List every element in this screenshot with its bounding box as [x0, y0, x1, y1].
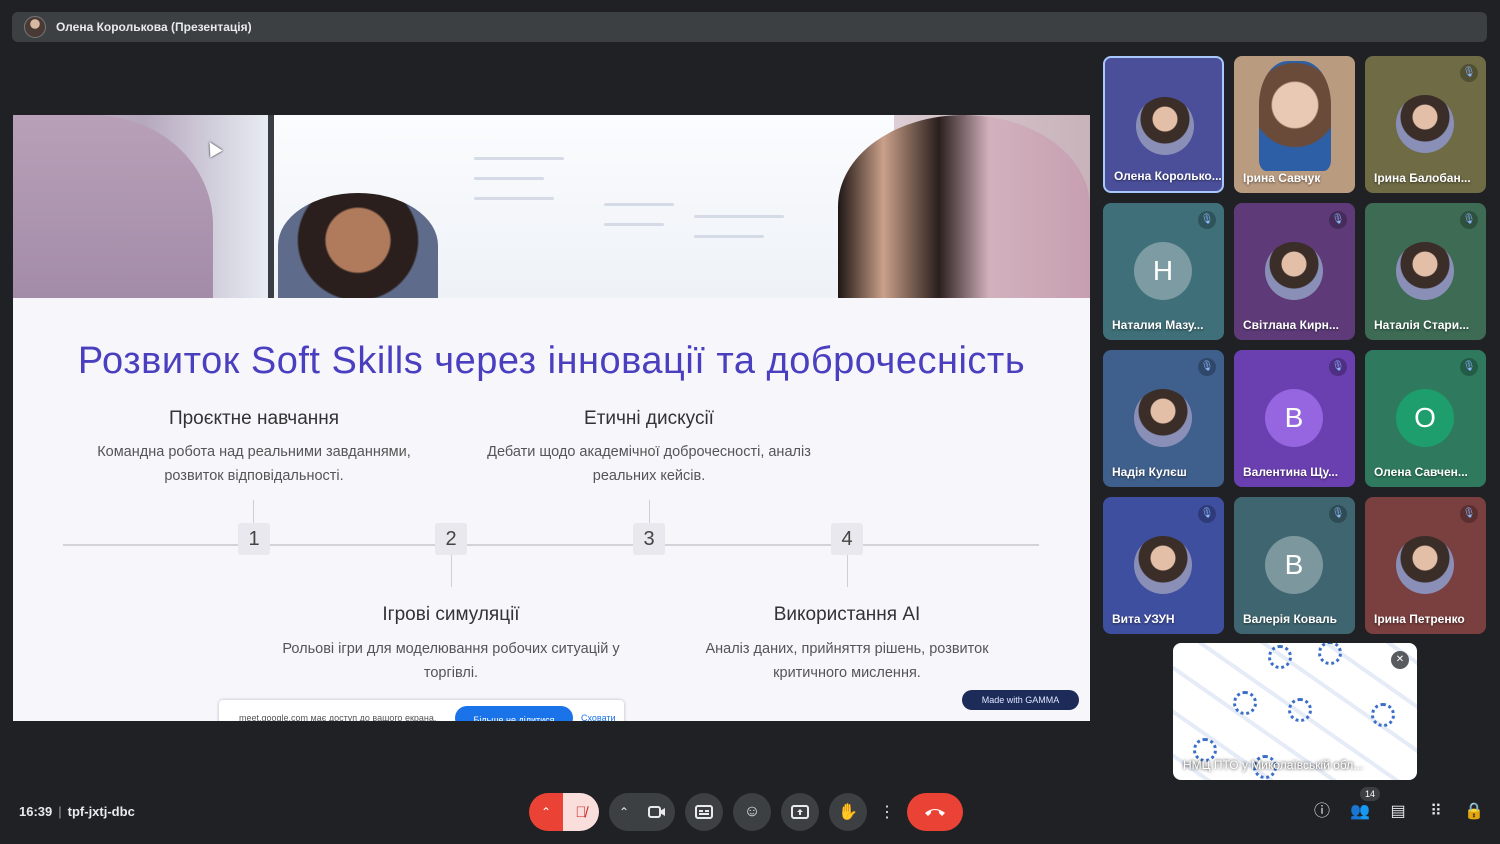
timeline-step-1: 1: [238, 523, 270, 555]
participant-avatar: [1265, 242, 1323, 300]
timeline-step-2: 2: [435, 523, 467, 555]
meeting-info: 16:39 | tpf-jxtj-dbc: [19, 804, 135, 819]
mic-options-chevron-icon[interactable]: ⌃: [529, 793, 563, 831]
person-right: [838, 115, 1090, 298]
participant-tile[interactable]: О 🎙 Олена Савчен...: [1365, 350, 1486, 487]
participant-avatar: В: [1265, 536, 1323, 594]
chat-icon[interactable]: ▤: [1386, 799, 1410, 825]
participant-video: [1259, 61, 1331, 171]
presenter-avatar: [24, 16, 46, 38]
participant-name: Ірина Балобан...: [1374, 171, 1471, 185]
person-center: [278, 193, 438, 298]
participant-avatar: Н: [1134, 242, 1192, 300]
self-view-label: НМЦ ПТО у Миколаївській обл...: [1183, 758, 1364, 772]
participant-tile[interactable]: Н 🎙 Наталия Мазу...: [1103, 203, 1224, 340]
presenter-bar: Олена Королькова (Презентація): [12, 12, 1487, 42]
self-view-tile[interactable]: ✕ НМЦ ПТО у Миколаївській обл...: [1173, 643, 1417, 780]
participant-name: Ірина Савчук: [1243, 171, 1321, 185]
participant-avatar: О: [1396, 389, 1454, 447]
mic-muted-icon: 🎙: [1198, 505, 1216, 523]
mic-muted-icon: 🎙: [1329, 211, 1347, 229]
participant-name: Валентина Щу...: [1243, 465, 1339, 479]
mic-muted-icon: 🎙: [1460, 505, 1478, 523]
item-title-3: Етичні дискусії: [584, 408, 714, 429]
mic-control-group: ⌃ 🎙̸: [529, 793, 599, 831]
item-title-4: Використання AI: [773, 604, 921, 625]
item-desc-3: Дебати щодо академічної доброчесності, а…: [487, 444, 811, 484]
camera-icon[interactable]: [639, 793, 675, 831]
hide-notice-button[interactable]: Сховати: [581, 713, 616, 721]
participant-avatar: [1134, 536, 1192, 594]
raise-hand-icon[interactable]: ✋: [829, 793, 867, 831]
participant-name: Наталія Стари...: [1374, 318, 1470, 332]
participant-tile[interactable]: 🎙 Наталія Стари...: [1365, 203, 1486, 340]
participant-tile[interactable]: Олена Королько...: [1103, 56, 1224, 193]
item-title-2: Ігрові симуляції: [382, 604, 520, 625]
people-icon[interactable]: 👥: [1348, 799, 1372, 825]
participant-tile[interactable]: 🎙 Надія Кулєш: [1103, 350, 1224, 487]
end-call-icon[interactable]: [907, 793, 963, 831]
participant-avatar: [1396, 536, 1454, 594]
participant-name: Наталия Мазу...: [1112, 318, 1204, 332]
presenter-title: Олена Королькова (Презентація): [56, 20, 252, 34]
participant-avatar: [1134, 389, 1192, 447]
participant-name: Олена Королько...: [1114, 169, 1222, 183]
activities-icon[interactable]: ⠿: [1424, 799, 1448, 825]
pin-icon[interactable]: ✕: [1391, 651, 1409, 669]
timeline-step-4: 4: [831, 523, 863, 555]
mic-muted-icon: 🎙: [1198, 211, 1216, 229]
participant-name: Ірина Петренко: [1374, 612, 1465, 626]
mic-muted-icon: 🎙: [1460, 211, 1478, 229]
item-desc-4: Аналіз даних, прийняття рішень, розвиток…: [705, 641, 989, 681]
participant-name: Вита УЗУН: [1112, 612, 1175, 626]
item-desc-2: Рольові ігри для моделювання робочих сит…: [282, 641, 620, 681]
participant-avatar: [1396, 95, 1454, 153]
participant-tile[interactable]: Ірина Савчук: [1234, 56, 1355, 193]
participant-name: Валерія Коваль: [1243, 612, 1338, 626]
slide-photo: [13, 115, 1090, 298]
captions-icon[interactable]: [685, 793, 723, 831]
made-with-gamma-badge[interactable]: Made with GAMMA: [962, 690, 1079, 710]
meeting-code: tpf-jxtj-dbc: [67, 804, 135, 819]
screen-share-notice: meet.google.com має доступ до вашого екр…: [219, 700, 624, 721]
participant-avatar: [1136, 97, 1194, 155]
mic-off-icon[interactable]: 🎙̸: [563, 793, 599, 831]
clock-time: 16:39: [19, 804, 53, 819]
item-desc-1: Командна робота над реальними завданнями…: [97, 444, 411, 484]
emoji-reaction-icon[interactable]: ☺: [733, 793, 771, 831]
share-notice-text: meet.google.com має доступ до вашого екр…: [239, 713, 437, 721]
participant-tile[interactable]: 🎙 Ірина Петренко: [1365, 497, 1486, 634]
camera-control-group: ⌃: [609, 793, 675, 831]
mic-muted-icon: 🎙: [1198, 358, 1216, 376]
host-controls-icon[interactable]: 🔒: [1462, 799, 1486, 825]
participant-name: Надія Кулєш: [1112, 465, 1187, 479]
mic-muted-icon: 🎙: [1460, 64, 1478, 82]
info-icon[interactable]: ⓘ: [1310, 799, 1334, 825]
participant-tile[interactable]: В 🎙 Валерія Коваль: [1234, 497, 1355, 634]
timeline-line: [63, 544, 1039, 546]
more-options-icon[interactable]: ⋮: [877, 793, 897, 831]
stop-sharing-button[interactable]: Більше не ділитися: [455, 706, 573, 721]
call-controls: ⌃ 🎙̸ ⌃ ☺ ✋ ⋮: [529, 793, 963, 831]
participant-tile[interactable]: В 🎙 Валентина Щу...: [1234, 350, 1355, 487]
mic-muted-icon: 🎙: [1329, 358, 1347, 376]
participant-name: Світлана Кирн...: [1243, 318, 1339, 332]
slide-title: Розвиток Soft Skills через інновації та …: [77, 340, 1026, 382]
side-panel-controls: ⓘ 👥 ▤ ⠿ 🔒: [1310, 799, 1486, 825]
item-title-1: Проєктне навчання: [168, 408, 340, 429]
participant-tile[interactable]: 🎙 Світлана Кирн...: [1234, 203, 1355, 340]
presentation-slide: Розвиток Soft Skills через інновації та …: [13, 115, 1090, 721]
timeline-step-3: 3: [633, 523, 665, 555]
person-left: [13, 115, 213, 298]
mic-muted-icon: 🎙: [1329, 505, 1347, 523]
mic-muted-icon: 🎙: [1460, 358, 1478, 376]
participant-tile[interactable]: 🎙 Ірина Балобан...: [1365, 56, 1486, 193]
participant-avatar: В: [1265, 389, 1323, 447]
present-screen-icon[interactable]: [781, 793, 819, 831]
participant-avatar: [1396, 242, 1454, 300]
participant-name: Олена Савчен...: [1374, 465, 1468, 479]
camera-options-chevron-icon[interactable]: ⌃: [609, 793, 639, 831]
participant-tile[interactable]: 🎙 Вита УЗУН: [1103, 497, 1224, 634]
